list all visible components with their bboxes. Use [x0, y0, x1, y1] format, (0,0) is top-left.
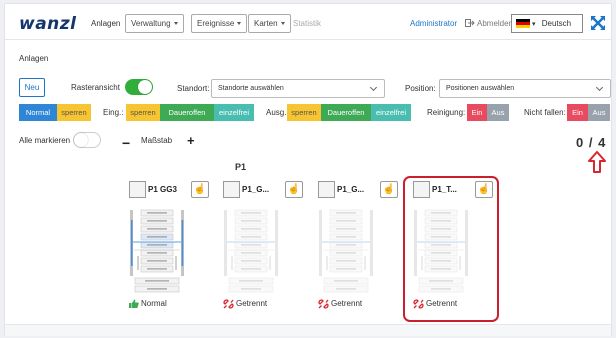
card-select-checkbox[interactable]: [129, 181, 146, 198]
card-header: P1_G... ☝: [318, 180, 398, 200]
card-header: P1 GG3 ☝: [129, 180, 209, 200]
filter-cleaning-on[interactable]: Ein: [467, 104, 487, 121]
nav-ereignisse-dropdown[interactable]: Ereignisse: [191, 14, 248, 33]
hand-pointer-icon[interactable]: ☝: [191, 181, 209, 198]
device-card[interactable]: P1_G... ☝ Getrennt: [223, 180, 303, 310]
filter-entrance-sperren[interactable]: sperren: [126, 104, 160, 121]
device-card[interactable]: P1 GG3 ☝ Normal: [129, 180, 209, 310]
card-header: P1_G... ☝: [223, 180, 303, 200]
chevron-down-icon: [595, 83, 604, 92]
disconnected-plug-icon: [223, 299, 234, 309]
filter-exit-daueroffen[interactable]: Daueroffen: [321, 104, 371, 121]
disconnected-plug-icon: [318, 299, 329, 309]
arrow-up-icon: [588, 151, 606, 173]
chevron-down-icon: [369, 83, 378, 92]
gate-diagram: [319, 209, 373, 293]
filter-entrance-einzelfrei[interactable]: einzelfrei: [214, 104, 254, 121]
highlight-box: [403, 176, 499, 322]
nav-karten-dropdown[interactable]: Karten: [248, 14, 291, 33]
new-button[interactable]: Neu: [19, 78, 45, 97]
logout-icon: [465, 19, 475, 27]
cleaning-label: Reinigung:: [427, 108, 466, 117]
german-flag-icon: [516, 19, 530, 29]
page-title: Anlagen: [19, 54, 49, 63]
filter-exit-einzelfrei[interactable]: einzelfrei: [371, 104, 411, 121]
app-window: wanzl Anlagen Verwaltung Ereignisse Kart…: [4, 3, 612, 336]
position-select[interactable]: Positionen auswählen: [439, 79, 611, 98]
wanzl-logo[interactable]: wanzl: [19, 14, 77, 34]
footer-strip: [5, 324, 611, 336]
grid-view-label: Rasteransicht: [71, 83, 120, 92]
device-status: Getrennt: [223, 299, 267, 309]
scale-label: Maßstab: [141, 136, 173, 145]
location-select[interactable]: Standorte auswählen: [211, 79, 385, 98]
hand-pointer-icon[interactable]: ☝: [380, 181, 398, 198]
thumbs-up-icon: [129, 299, 139, 309]
entrance-label: Eing.:: [103, 108, 124, 117]
device-name: P1 GG3: [148, 185, 177, 194]
gate-diagram: [224, 209, 278, 293]
nav-verwaltung-dropdown[interactable]: Verwaltung: [125, 14, 184, 33]
grid-view-toggle[interactable]: [125, 79, 153, 95]
nav-administrator[interactable]: Administrator: [410, 19, 457, 28]
chevron-down-icon: ▾: [532, 21, 536, 28]
group-title: P1: [235, 162, 247, 172]
nav-abmelden[interactable]: Abmelden: [477, 19, 513, 28]
filter-nofall-on[interactable]: Ein: [567, 104, 588, 121]
top-navbar: wanzl Anlagen Verwaltung Ereignisse Kart…: [5, 4, 611, 40]
filter-normal[interactable]: Normal: [19, 104, 57, 121]
language-dropdown[interactable]: ▾ Deutsch: [511, 14, 583, 33]
filter-exit-sperren[interactable]: sperren: [287, 104, 321, 121]
nav-anlagen[interactable]: Anlagen: [91, 19, 120, 28]
card-select-checkbox[interactable]: [318, 181, 335, 198]
device-status: Normal: [129, 299, 167, 309]
device-card[interactable]: P1_G... ☝ Getrennt: [318, 180, 398, 310]
position-label: Position:: [405, 84, 436, 93]
device-status: Getrennt: [318, 299, 362, 309]
toggle-knob: [74, 133, 88, 147]
select-all-label: Alle markieren: [19, 136, 71, 145]
nofall-label: Nicht fallen:: [524, 108, 566, 117]
filter-entrance-daueroffen[interactable]: Daueroffen: [160, 104, 214, 121]
filter-nofall-off[interactable]: Aus: [588, 104, 610, 121]
filter-cleaning-off[interactable]: Aus: [487, 104, 509, 121]
location-label: Standort:: [177, 84, 210, 93]
card-select-checkbox[interactable]: [223, 181, 240, 198]
selection-counter: 0 / 4: [576, 135, 607, 150]
gate-diagram: [130, 209, 184, 293]
device-name: P1_G...: [337, 185, 365, 194]
exit-label: Ausg.:: [266, 108, 289, 117]
device-name: P1_G...: [242, 185, 270, 194]
select-all-toggle[interactable]: [73, 132, 101, 148]
toggle-knob: [138, 80, 152, 94]
hand-pointer-icon[interactable]: ☝: [285, 181, 303, 198]
zoom-out-button[interactable]: −: [122, 135, 130, 151]
filter-sperren[interactable]: sperren: [57, 104, 91, 121]
nav-statistik[interactable]: Statistik: [293, 19, 321, 28]
expand-arrows-icon[interactable]: [590, 15, 606, 31]
zoom-in-button[interactable]: +: [187, 133, 195, 148]
